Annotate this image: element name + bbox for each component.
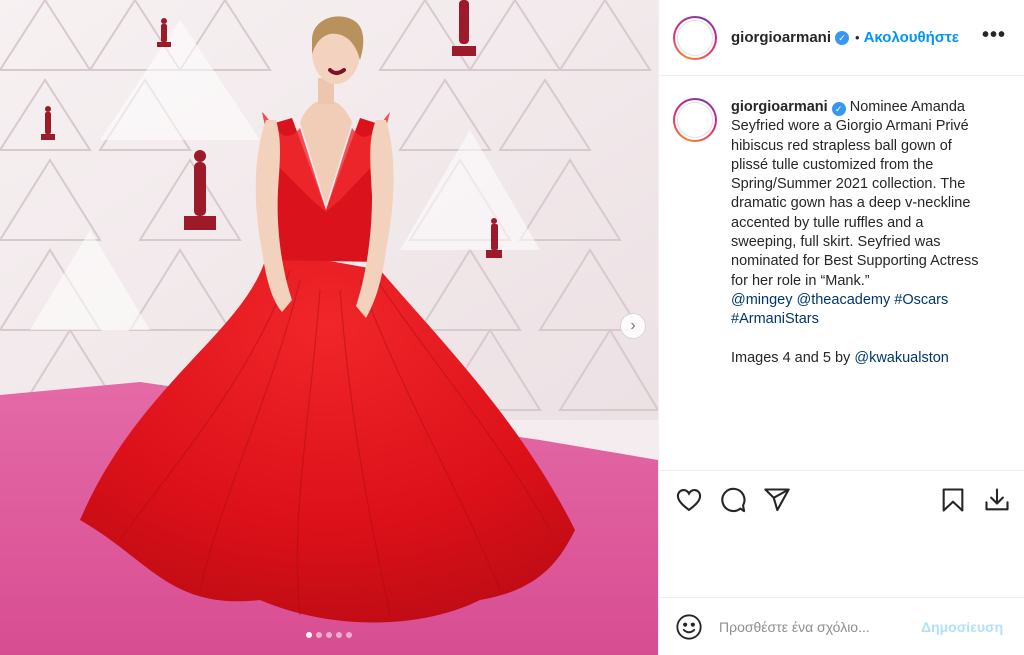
hashtag-link[interactable]: #Oscars: [894, 292, 948, 308]
chevron-right-icon: ›: [630, 317, 636, 334]
caption-text: giorgioarmani ✓ Nominee Amanda Seyfried w…: [731, 98, 991, 368]
post-details-panel: giorgioarmani ✓ • Ακολουθήστε ••• giorgi…: [658, 0, 1024, 655]
share-icon: [764, 488, 790, 512]
carousel-dot: [346, 632, 352, 638]
mention-link[interactable]: @theacademy: [797, 292, 891, 308]
brand-logo: [677, 102, 713, 138]
caption-body: Nominee Amanda Seyfried wore a Giorgio A…: [731, 99, 979, 289]
separator-dot: •: [855, 30, 860, 45]
comment-icon: [721, 487, 746, 513]
photo-credit: Images 4 and 5 by @kwakualston: [731, 349, 991, 368]
username-link[interactable]: giorgioarmani: [731, 29, 831, 46]
next-slide-button[interactable]: ›: [620, 313, 646, 339]
download-button[interactable]: [983, 486, 1013, 516]
like-button[interactable]: [675, 486, 705, 516]
carousel-dots: [0, 632, 658, 638]
photo-scene: [0, 0, 658, 655]
credit-text: Images 4 and 5 by: [731, 349, 851, 366]
comment-box: Δημοσίευση: [659, 597, 1024, 655]
carousel-dot: [306, 632, 312, 638]
verified-badge-icon: ✓: [835, 30, 850, 45]
comment-input[interactable]: [719, 618, 909, 635]
mention-link[interactable]: @mingey: [731, 292, 792, 308]
carousel-dot: [336, 632, 342, 638]
caption: giorgioarmani ✓ Nominee Amanda Seyfried w…: [673, 98, 1013, 368]
avatar[interactable]: [673, 15, 717, 60]
caption-username-link[interactable]: giorgioarmani: [731, 99, 828, 115]
bookmark-icon: [942, 488, 964, 512]
download-icon: [985, 488, 1009, 511]
emoji-icon[interactable]: [675, 613, 703, 641]
post-comment-button[interactable]: Δημοσίευση: [921, 619, 1003, 635]
hashtag-link[interactable]: #ArmaniStars: [731, 311, 819, 327]
save-button[interactable]: [939, 486, 969, 516]
more-options-icon[interactable]: •••: [982, 25, 1006, 45]
mention-link[interactable]: @kwakualston: [854, 350, 949, 366]
share-button[interactable]: [763, 486, 793, 516]
action-bar: [659, 470, 1024, 528]
verified-badge-icon: ✓: [831, 102, 846, 116]
brand-logo: [677, 19, 713, 56]
carousel-dot: [316, 632, 322, 638]
follow-button[interactable]: Ακολουθήστε: [864, 29, 959, 46]
comment-button[interactable]: [719, 486, 749, 516]
carousel-dot: [326, 632, 332, 638]
avatar[interactable]: [673, 98, 717, 142]
post-header: giorgioarmani ✓ • Ακολουθήστε •••: [659, 0, 1024, 76]
heart-icon: [676, 489, 702, 512]
post-image[interactable]: ›: [0, 0, 658, 655]
